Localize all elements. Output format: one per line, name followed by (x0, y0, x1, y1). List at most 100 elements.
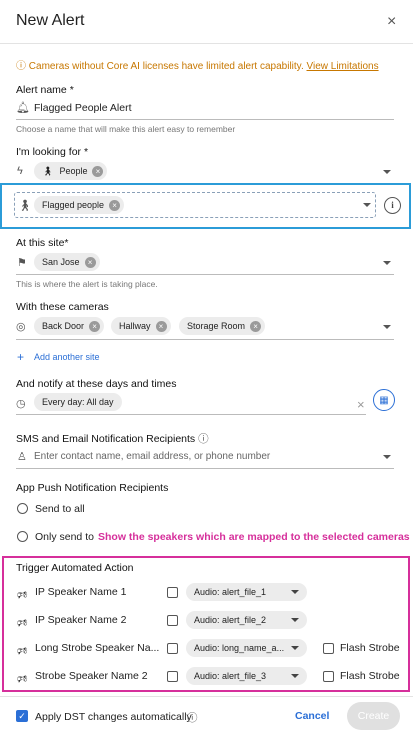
flash-strobe-checkbox[interactable] (323, 671, 334, 682)
speaker-name: IP Speaker Name 1 (35, 586, 127, 598)
chevron-down-icon[interactable] (383, 261, 391, 265)
push-label: App Push Notification Recipients (16, 482, 169, 494)
chevron-down-icon[interactable] (383, 455, 391, 459)
camera-chip[interactable]: Back Door × (34, 317, 105, 335)
bell-icon: 🔔︎ (16, 102, 30, 114)
footer-divider (0, 696, 413, 697)
schedule-chip[interactable]: Every day: All day (34, 393, 122, 411)
info-icon[interactable]: i (384, 197, 401, 214)
camera-chip-label: Back Door (42, 321, 85, 331)
send-to-all-label: Send to all (35, 503, 85, 515)
recipients-input[interactable]: Enter contact name, email address, or ph… (34, 451, 270, 462)
schedule-label: And notify at these days and times (16, 378, 177, 390)
remove-chip-icon[interactable]: × (89, 320, 101, 332)
flagged-people-chip-label: Flagged people (42, 200, 105, 210)
remove-chip-icon[interactable]: × (92, 165, 104, 177)
audio-select[interactable]: Audio: alert_file_2 (186, 611, 307, 629)
cancel-button[interactable]: Cancel (295, 710, 329, 722)
people-chip-label: People (59, 166, 88, 176)
alert-name-underline (16, 119, 394, 120)
speaker-checkbox[interactable] (167, 643, 178, 654)
people-chip[interactable]: 🚶︎ People × (34, 162, 108, 180)
chevron-down-icon (291, 674, 299, 678)
chevron-down-icon[interactable] (383, 325, 391, 329)
audio-select[interactable]: Audio: long_name_a... (186, 639, 307, 657)
speaker-icon: 🕫︎ (17, 617, 28, 629)
camera-chip-label: Hallway (119, 321, 151, 331)
speaker-checkbox[interactable] (167, 671, 178, 682)
add-another-site-link[interactable]: Add another site (34, 352, 100, 362)
person-icon: 🚶︎ (42, 165, 54, 176)
schedule-chip-label: Every day: All day (42, 397, 114, 407)
audio-select-value: Audio: alert_file_1 (194, 587, 267, 597)
license-warning: ⓘ Cameras without Core AI licenses have … (16, 57, 379, 72)
info-icon[interactable]: ⓘ (187, 710, 198, 725)
speaker-icon: 🕫︎ (17, 589, 28, 601)
camera-icon: ◎ (16, 321, 26, 333)
flash-strobe-label: Flash Strobe (340, 670, 400, 682)
only-send-to-label: Only send to (35, 531, 94, 543)
lightning-icon: ϟ (17, 165, 23, 177)
looking-for-label: I'm looking for * (16, 146, 89, 158)
speaker-checkbox[interactable] (167, 587, 178, 598)
info-icon: ⓘ (16, 61, 26, 72)
audio-select[interactable]: Audio: alert_file_3 (186, 667, 307, 685)
alert-name-input[interactable]: Flagged People Alert (34, 102, 131, 114)
remove-chip-icon[interactable]: × (250, 320, 262, 332)
chevron-down-icon (291, 618, 299, 622)
flash-strobe-checkbox[interactable] (323, 643, 334, 654)
person-icon: 🚶︎ (18, 200, 32, 212)
dst-checkbox[interactable]: ✓ (16, 710, 28, 722)
site-help: This is where the alert is taking place. (16, 279, 158, 289)
view-limitations-link[interactable]: View Limitations (307, 61, 379, 72)
camera-chip[interactable]: Storage Room × (179, 317, 266, 335)
close-icon[interactable]: × (387, 13, 396, 31)
chevron-down-icon (291, 646, 299, 650)
trigger-label: Trigger Automated Action (16, 562, 134, 574)
alert-name-help: Choose a name that will make this alert … (16, 124, 236, 134)
speaker-checkbox[interactable] (167, 615, 178, 626)
cameras-label: With these cameras (16, 301, 109, 313)
header-divider (0, 43, 413, 44)
camera-chip[interactable]: Hallway × (111, 317, 171, 335)
only-send-to-radio[interactable] (17, 531, 28, 542)
send-to-all-radio[interactable] (17, 503, 28, 514)
audio-select-value: Audio: alert_file_2 (194, 615, 267, 625)
remove-chip-icon[interactable]: × (109, 199, 121, 211)
cameras-underline (16, 339, 394, 340)
person-outline-icon: ♙ (17, 451, 27, 463)
calendar-icon[interactable]: ▦ (373, 389, 395, 411)
camera-chip-label: Storage Room (187, 321, 246, 331)
dst-label: Apply DST changes automatically (35, 711, 192, 723)
site-underline (16, 274, 394, 275)
flagged-people-chip[interactable]: Flagged people × (34, 196, 125, 214)
audio-select[interactable]: Audio: alert_file_1 (186, 583, 307, 601)
speaker-name: IP Speaker Name 2 (35, 614, 127, 626)
audio-select-value: Audio: long_name_a... (194, 643, 285, 653)
clock-icon: ◷ (16, 398, 26, 410)
warning-text: Cameras without Core AI licenses have li… (28, 61, 304, 72)
sms-underline (16, 468, 394, 469)
create-button[interactable]: Create (347, 702, 400, 730)
flash-strobe-label: Flash Strobe (340, 642, 400, 654)
plus-icon[interactable]: + (17, 350, 24, 364)
location-pin-icon: ⚑ (17, 257, 27, 269)
speaker-name: Long Strobe Speaker Na... (35, 642, 160, 654)
dialog-title: New Alert (16, 12, 85, 29)
speaker-name: Strobe Speaker Name 2 (35, 670, 148, 682)
schedule-underline (16, 414, 366, 415)
remove-chip-icon[interactable]: × (155, 320, 167, 332)
chevron-down-icon[interactable] (363, 203, 371, 207)
remove-chip-icon[interactable]: × (84, 256, 96, 268)
sms-email-label-text: SMS and Email Notification Recipients (16, 433, 196, 445)
chevron-down-icon (291, 590, 299, 594)
site-chip[interactable]: San Jose × (34, 253, 100, 271)
alert-name-label: Alert name * (16, 84, 74, 96)
audio-select-value: Audio: alert_file_3 (194, 671, 267, 681)
info-icon[interactable]: ⓘ (198, 433, 209, 445)
annotation-text: Show the speakers which are mapped to th… (98, 531, 410, 543)
chevron-down-icon[interactable] (383, 170, 391, 174)
speaker-icon: 🕫︎ (17, 645, 28, 657)
clear-icon[interactable]: × (357, 397, 365, 412)
speaker-icon: 🕫︎ (17, 673, 28, 685)
